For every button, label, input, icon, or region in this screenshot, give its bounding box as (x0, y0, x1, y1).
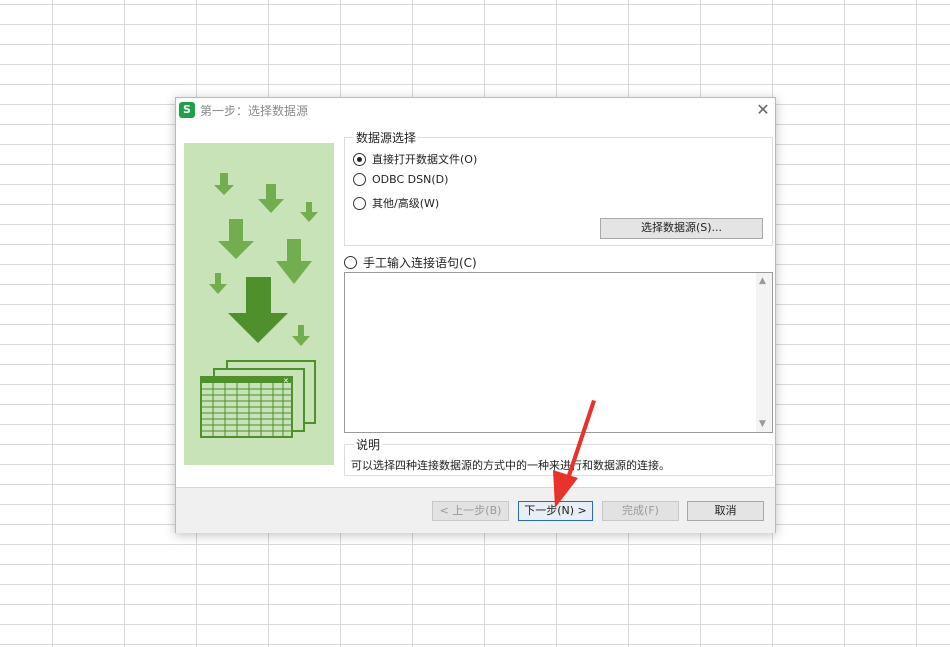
radio-icon[interactable] (344, 256, 357, 269)
radio-manual-connection[interactable]: 手工输入连接语句(C) (344, 254, 477, 271)
description-text: 可以选择四种连接数据源的方式中的一种来进行和数据源的连接。 (351, 459, 670, 472)
next-step-button[interactable]: 下一步(N) > (518, 501, 593, 521)
svg-text:✕: ✕ (283, 377, 289, 385)
radio-label: 其他/高级(W) (372, 197, 440, 210)
download-arrows-illustration: ✕ (184, 143, 334, 465)
radio-other-advanced[interactable]: 其他/高级(W) (353, 195, 439, 211)
radio-label: ODBC DSN(D) (372, 173, 449, 186)
title-bar: S 第一步：选择数据源 ✕ (176, 98, 775, 122)
radio-odbc-dsn[interactable]: ODBC DSN(D) (353, 173, 448, 186)
select-data-source-dialog: S 第一步：选择数据源 ✕ ✕ 数据源选择 直接打开数据文件(O) ODBC D… (175, 97, 776, 533)
scroll-up-icon[interactable]: ▲ (759, 276, 766, 286)
radio-label: 手工输入连接语句(C) (363, 256, 477, 270)
scroll-down-icon[interactable]: ▼ (759, 419, 766, 429)
connection-string-textarea[interactable]: ▲ ▼ (344, 272, 773, 433)
spreadsheet-app-icon: S (179, 102, 195, 118)
description-legend: 说明 (354, 436, 383, 453)
radio-icon[interactable] (353, 152, 366, 166)
radio-label: 直接打开数据文件(O) (372, 153, 478, 166)
radio-icon[interactable] (353, 196, 366, 210)
dialog-title: 第一步：选择数据源 (200, 104, 309, 118)
dialog-footer: < 上一步(B) 下一步(N) > 完成(F) 取消 (176, 487, 775, 533)
data-source-legend: 数据源选择 (354, 129, 419, 146)
prev-step-button[interactable]: < 上一步(B) (432, 501, 509, 521)
radio-open-data-file[interactable]: 直接打开数据文件(O) (353, 151, 477, 167)
select-data-source-button[interactable]: 选择数据源(S)... (600, 218, 763, 239)
finish-button[interactable]: 完成(F) (602, 501, 679, 521)
close-icon[interactable]: ✕ (754, 100, 772, 119)
vertical-scrollbar[interactable]: ▲ ▼ (756, 273, 772, 432)
radio-icon[interactable] (353, 173, 366, 186)
cancel-button[interactable]: 取消 (687, 501, 764, 521)
